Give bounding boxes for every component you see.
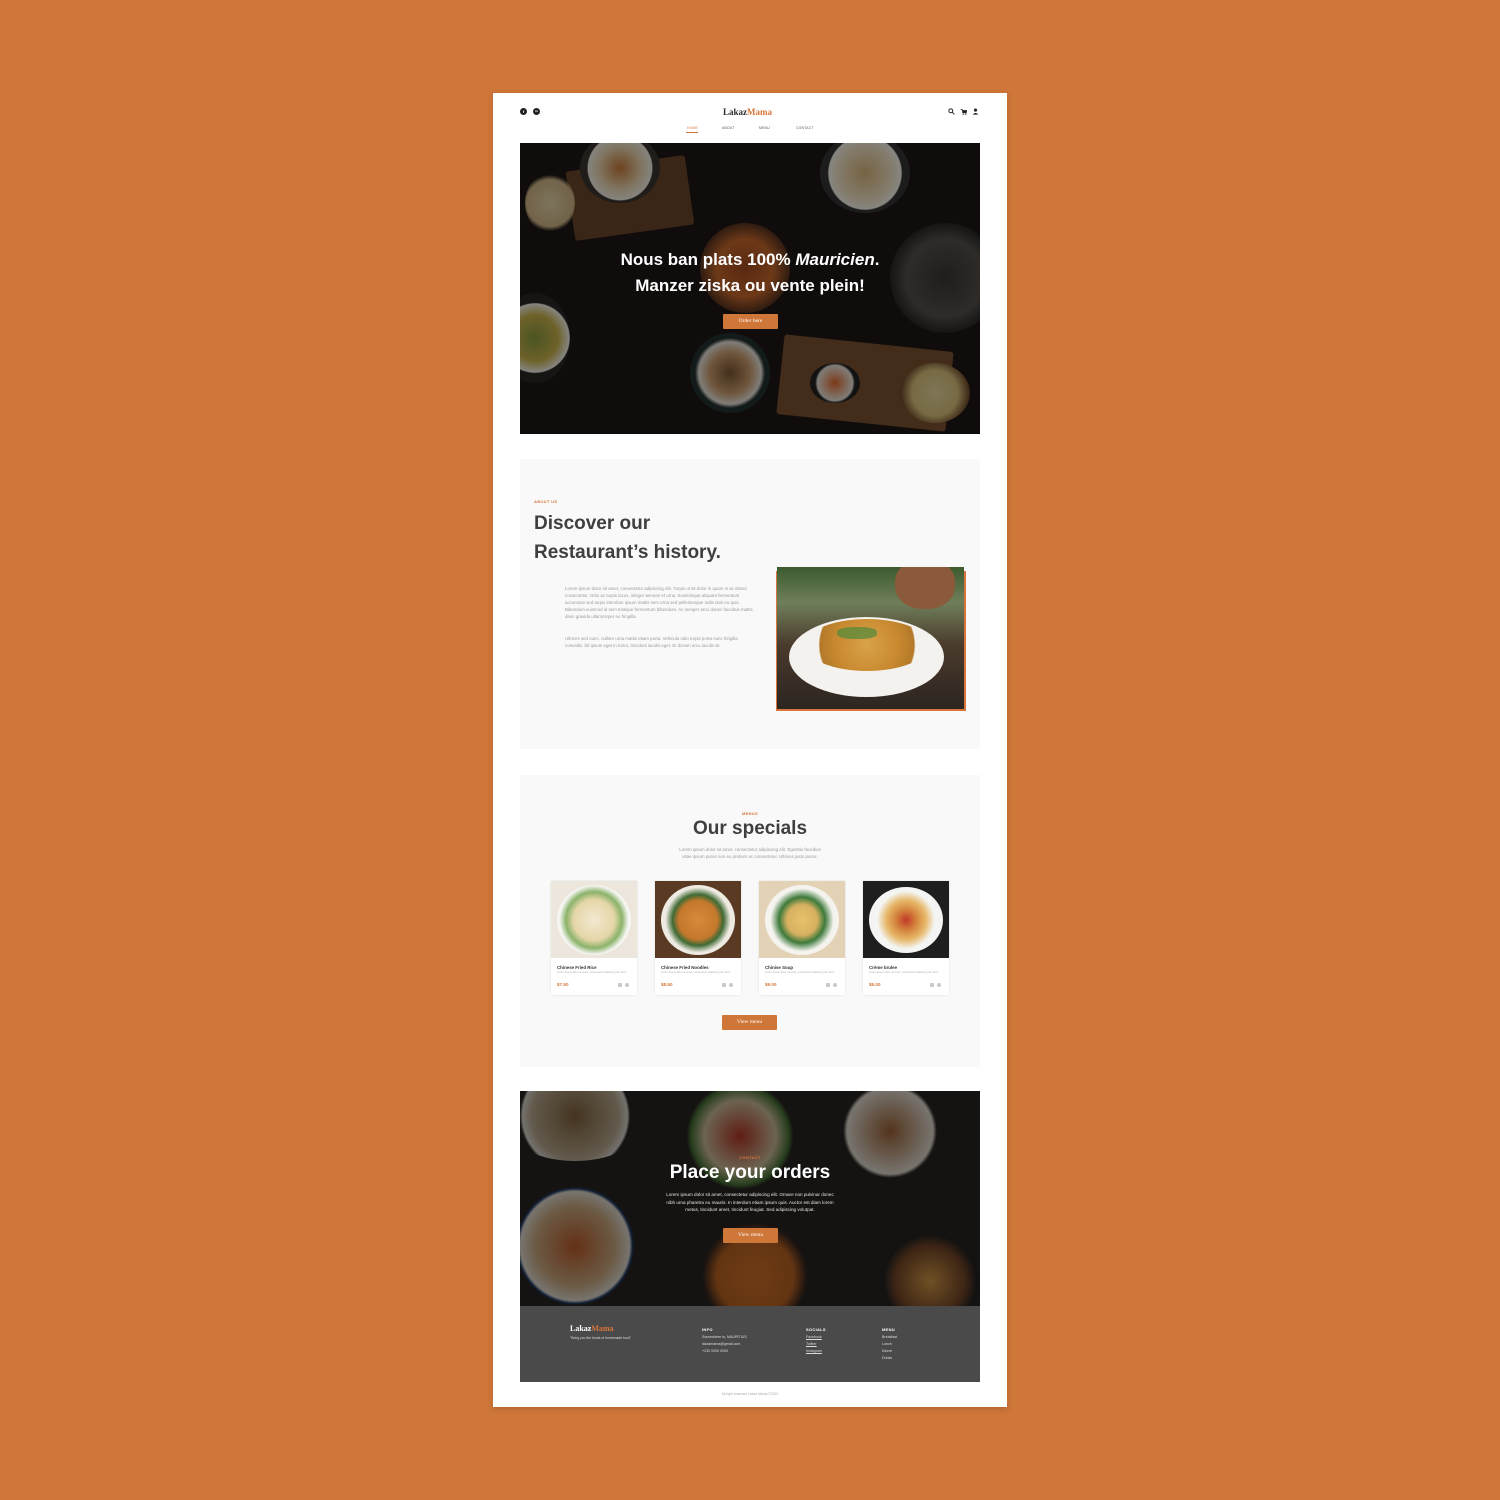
menu-card-title: Chinise Soup xyxy=(765,965,794,970)
footer-tagline: "Bring you the foods of homemade food" xyxy=(570,1336,631,1340)
footer-info-phone: +230 0000 0000 xyxy=(702,1349,729,1353)
menu-card-description: Lorem ipsum dolor sit amet, consectetur … xyxy=(869,971,939,974)
specials-eyebrow: MENUS xyxy=(742,811,758,816)
cart-icon[interactable] xyxy=(960,108,967,115)
footer-info-heading: INFO xyxy=(702,1327,713,1332)
menu-card-price: $5.00 xyxy=(869,982,881,987)
about-title: Discover our Restaurant’s history. xyxy=(534,513,721,563)
fried-noodles-image xyxy=(655,881,741,958)
menu-card-price: $9.00 xyxy=(765,982,777,987)
footer: LakazMama "Bring you the foods of homema… xyxy=(520,1306,980,1382)
menu-card-description: Lorem ipsum dolor sit amet, consectetur … xyxy=(765,971,835,974)
footer-menu-dinner[interactable]: Dinner xyxy=(882,1349,893,1353)
specials-section: MENUS Our specials Lorem ipsum dolor sit… xyxy=(520,775,980,1067)
menu-card-fried-noodles[interactable]: Chinese Fried Noodles Lorem ipsum dolor … xyxy=(655,881,741,995)
heart-icon[interactable] xyxy=(729,983,733,987)
menu-card-soup[interactable]: Chinise Soup Lorem ipsum dolor sit amet,… xyxy=(759,881,845,995)
heart-icon[interactable] xyxy=(625,983,629,987)
nav-contact[interactable]: CONTACT xyxy=(796,126,814,130)
fried-rice-image xyxy=(551,881,637,958)
footer-menu-breakfast[interactable]: Breakfast xyxy=(882,1335,897,1339)
contact-title: Place your orders xyxy=(669,1162,831,1183)
nav-home[interactable]: HOME xyxy=(687,126,698,130)
menu-card-price: $8.50 xyxy=(661,982,673,987)
menu-card-fried-rice[interactable]: Chinese Fried Rice Lorem ipsum dolor sit… xyxy=(551,881,637,995)
about-paragraph-1: Lorem ipsum dolor sit amet, consectetur … xyxy=(565,586,753,619)
search-icon[interactable] xyxy=(948,108,955,115)
menu-card-title: Chinese Fried Rice xyxy=(557,965,597,970)
contact-text: Lorem ipsum dolor sit amet, consectetur … xyxy=(666,1192,834,1212)
creme-brulee-image xyxy=(863,881,949,958)
view-menu-button[interactable]: View menu xyxy=(722,1015,777,1030)
footer-socials-heading: SOCIALS xyxy=(806,1327,826,1332)
linkedin-icon[interactable]: in xyxy=(533,108,540,115)
menu-card-title: Chinese Fried Noodles xyxy=(661,965,709,970)
footer-menu-lunch[interactable]: Lunch xyxy=(882,1342,892,1346)
specials-title: Our specials xyxy=(692,818,808,839)
menu-card-description: Lorem ipsum dolor sit amet, consectetur … xyxy=(557,971,627,974)
order-here-button[interactable]: Order here xyxy=(723,314,778,329)
about-section: ABOUT US Discover our Restaurant’s histo… xyxy=(520,459,980,749)
hero-headline-emphasis: Mauricien xyxy=(795,250,875,269)
soup-image xyxy=(759,881,845,958)
cart-icon[interactable] xyxy=(722,983,726,987)
specials-subtitle: Lorem ipsum dolor sit amet, consectetur … xyxy=(679,847,821,859)
cart-icon[interactable] xyxy=(618,983,622,987)
hero-headline-line1: Nous ban plats 100% Mauricien. xyxy=(620,250,880,269)
footer-link-twitter[interactable]: Twitter xyxy=(806,1342,817,1346)
menu-card-description: Lorem ipsum dolor sit amet, consectetur … xyxy=(661,971,731,974)
footer-logo[interactable]: LakazMama xyxy=(570,1324,614,1333)
logo-part2: Mama xyxy=(747,107,773,117)
menu-card-creme-brulee[interactable]: Crème brulee Lorem ipsum dolor sit amet,… xyxy=(863,881,949,995)
contact-eyebrow: CONTACT xyxy=(739,1155,761,1160)
hero-banner: Nous ban plats 100% Mauricien. Manzer zi… xyxy=(520,143,980,434)
contact-section: CONTACT Place your orders Lorem ipsum do… xyxy=(520,1091,980,1306)
footer-info-address: Somewhere in, MAURITIUS xyxy=(702,1335,747,1339)
copyright-text: All right reserved Lakaz Mama ©2021 xyxy=(721,1392,779,1396)
cart-icon[interactable] xyxy=(826,983,830,987)
heart-icon[interactable] xyxy=(937,983,941,987)
about-paragraph-2: Ultrices sed nunc, nullam urna mattis et… xyxy=(565,636,738,648)
footer-link-facebook[interactable]: Facebook xyxy=(806,1335,822,1339)
footer-menu-drinks[interactable]: Drinks xyxy=(882,1356,892,1360)
nav-about[interactable]: ABOUT xyxy=(722,126,735,130)
menu-card-price: $7.50 xyxy=(557,982,569,987)
footer-info-email[interactable]: lakazmama@gmail.com xyxy=(702,1342,740,1346)
facebook-icon[interactable]: f xyxy=(520,108,527,115)
footer-logo-part2: Mama xyxy=(591,1324,614,1333)
logo-part1: Lakaz xyxy=(723,107,748,117)
user-icon[interactable] xyxy=(972,108,979,115)
nav-menu[interactable]: MENU xyxy=(759,126,770,130)
noodles-image xyxy=(777,567,964,709)
heart-icon[interactable] xyxy=(833,983,837,987)
menu-card-title: Crème brulee xyxy=(869,965,898,970)
contact-view-menu-button[interactable]: View menu xyxy=(723,1228,778,1243)
site-logo[interactable]: LakazMama xyxy=(723,107,772,117)
hero-headline-line2: Manzer ziska ou vente plein! xyxy=(635,276,865,295)
footer-logo-part1: Lakaz xyxy=(570,1324,592,1333)
about-eyebrow: ABOUT US xyxy=(534,499,558,504)
footer-menu-heading: MENU xyxy=(882,1327,895,1332)
website-page: f in LakazMama HOME ABOUT MENU CONTACT N… xyxy=(493,93,1007,1407)
cart-icon[interactable] xyxy=(930,983,934,987)
footer-link-instagram[interactable]: Instagram xyxy=(806,1349,822,1353)
nav-active-indicator xyxy=(686,132,698,133)
